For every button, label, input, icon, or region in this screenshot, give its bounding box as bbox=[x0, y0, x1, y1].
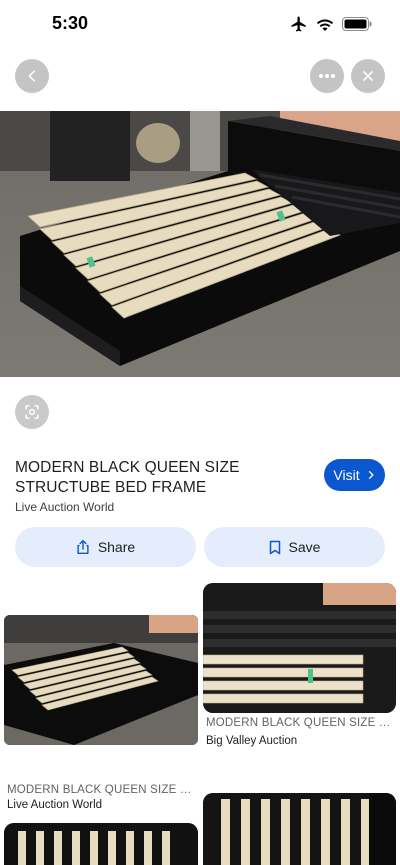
close-button[interactable] bbox=[351, 59, 385, 93]
wifi-icon bbox=[316, 16, 334, 37]
share-label: Share bbox=[97, 539, 136, 555]
image-result-page: 5:30 MODERN BLACK QUEEN SIZE STRUCTUBE B… bbox=[0, 0, 400, 865]
share-icon bbox=[77, 539, 89, 554]
save-label: Save bbox=[288, 539, 321, 555]
status-bar: 5:30 bbox=[0, 0, 400, 48]
related-photo-1 bbox=[4, 615, 198, 745]
more-horizontal-icon bbox=[319, 74, 335, 78]
bed-frame-photo bbox=[0, 111, 400, 377]
lens-icon bbox=[25, 405, 39, 419]
chevron-right-icon bbox=[368, 471, 374, 479]
chevron-left-icon bbox=[28, 70, 35, 82]
bookmark-icon bbox=[269, 540, 280, 554]
visit-label: Visit bbox=[333, 467, 360, 483]
airplane-icon bbox=[290, 15, 308, 38]
save-button[interactable]: Save bbox=[204, 527, 385, 567]
more-options-button[interactable] bbox=[310, 59, 344, 93]
lens-button[interactable] bbox=[15, 395, 49, 429]
result-image[interactable] bbox=[0, 111, 400, 377]
related-image[interactable] bbox=[4, 615, 198, 745]
visit-button[interactable]: Visit bbox=[324, 459, 385, 491]
related-source[interactable]: Live Auction World bbox=[7, 799, 102, 811]
share-button[interactable]: Share bbox=[15, 527, 196, 567]
related-image[interactable] bbox=[203, 583, 396, 713]
related-image[interactable] bbox=[203, 793, 396, 865]
status-time: 5:30 bbox=[52, 13, 89, 33]
close-icon bbox=[363, 71, 373, 81]
status-icons bbox=[290, 15, 372, 38]
related-caption[interactable]: MODERN BLACK QUEEN SIZE ST... bbox=[206, 717, 394, 729]
related-photo-3 bbox=[4, 823, 198, 865]
related-caption[interactable]: MODERN BLACK QUEEN SIZE ST... bbox=[7, 784, 195, 796]
battery-icon bbox=[342, 17, 372, 36]
related-photo-4 bbox=[203, 793, 396, 865]
result-title[interactable]: MODERN BLACK QUEEN SIZE STRUCTUBE BED FR… bbox=[15, 458, 315, 498]
result-source[interactable]: Live Auction World bbox=[15, 500, 114, 514]
back-button[interactable] bbox=[15, 59, 49, 93]
related-image[interactable] bbox=[4, 823, 198, 865]
related-source[interactable]: Big Valley Auction bbox=[206, 735, 297, 747]
related-photo-2 bbox=[203, 583, 396, 713]
